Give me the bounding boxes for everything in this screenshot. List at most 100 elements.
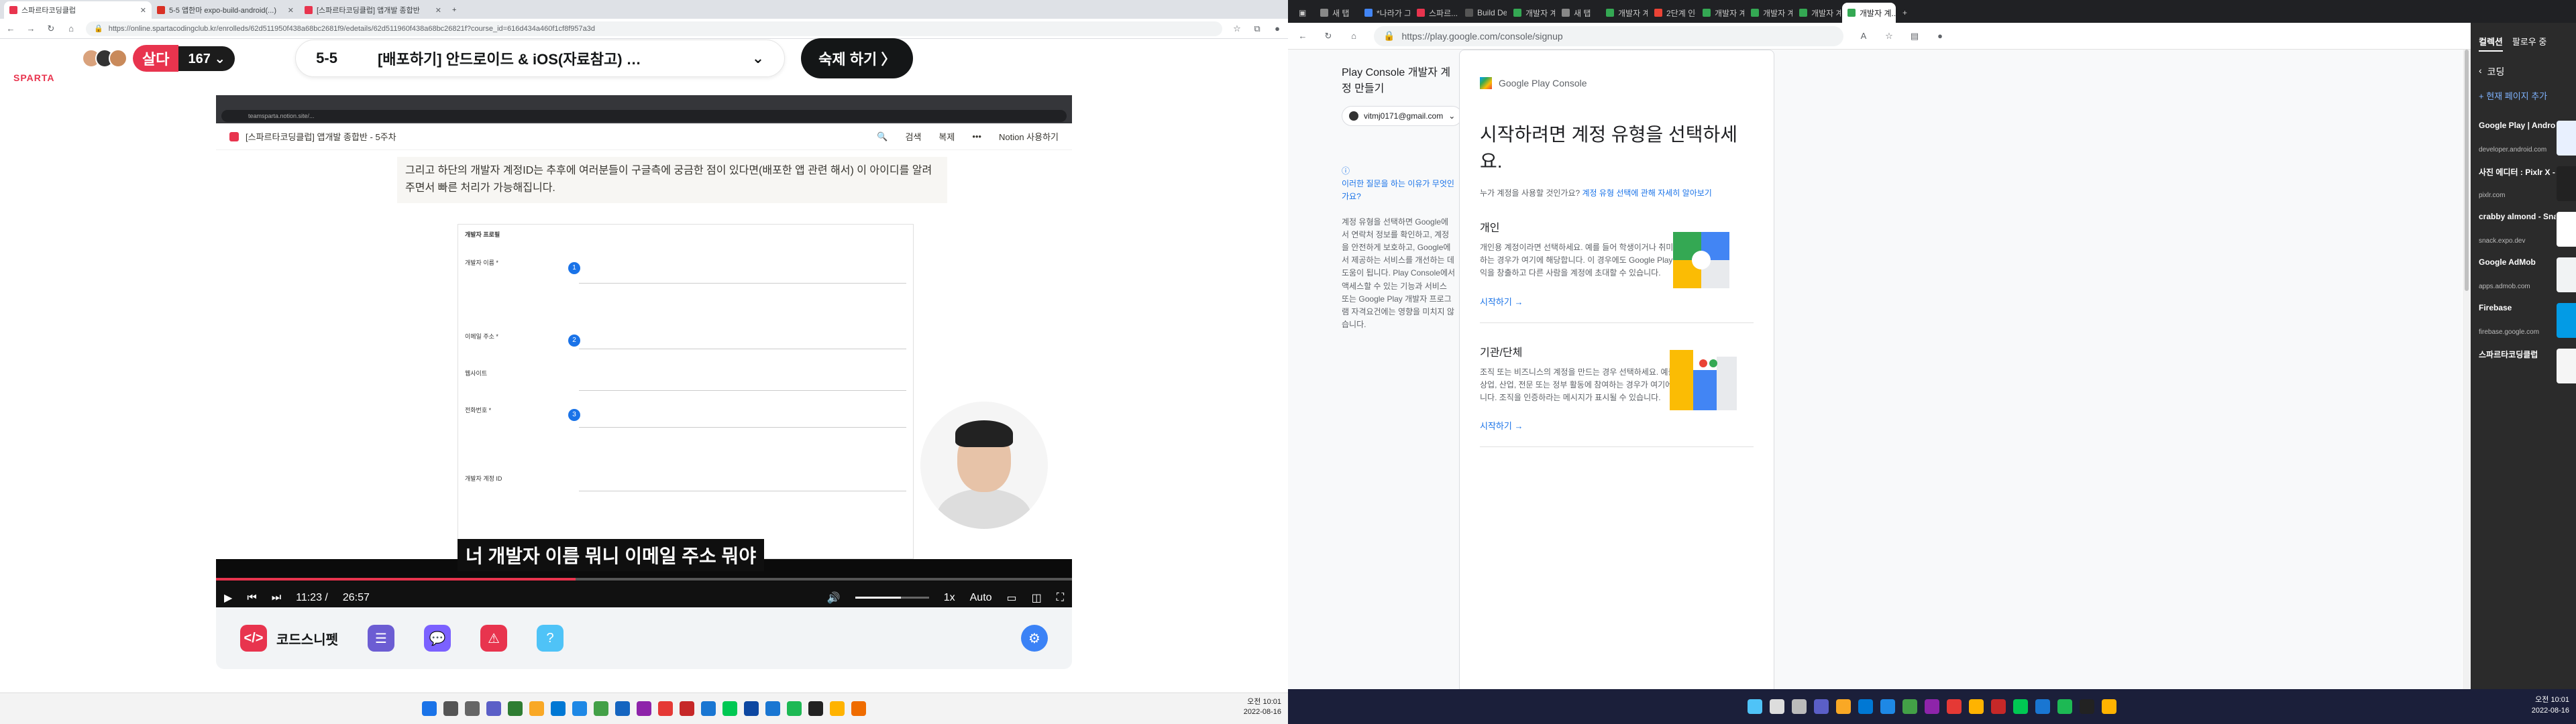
tab-actions-icon[interactable]: ▣ [1293, 3, 1313, 23]
terminal-icon[interactable] [2080, 699, 2094, 714]
app-icon[interactable] [1969, 699, 1984, 714]
quality-button[interactable]: Auto [970, 592, 992, 604]
subtitles-icon[interactable]: ▭ [1007, 591, 1017, 605]
right-tab-10[interactable]: 개발자 계... [1746, 3, 1792, 23]
edge-icon[interactable] [551, 701, 566, 716]
vscode-icon[interactable] [765, 701, 780, 716]
naver-icon[interactable] [2013, 699, 2028, 714]
chevron-left-icon[interactable]: ‹ [2479, 65, 2482, 78]
profile-icon[interactable]: ● [1935, 31, 1945, 42]
viewer-count-button[interactable]: 167 ⌄ [178, 46, 235, 71]
task-view-icon[interactable] [1792, 699, 1807, 714]
chrome-icon[interactable] [830, 701, 845, 716]
youtube-icon[interactable] [658, 701, 673, 716]
youtube-icon[interactable] [1947, 699, 1962, 714]
app-icon[interactable] [1880, 699, 1895, 714]
reload-icon[interactable]: ↻ [1323, 31, 1334, 42]
back-icon[interactable]: ← [5, 23, 16, 34]
app-icon[interactable] [572, 701, 587, 716]
back-icon[interactable]: ← [1297, 31, 1308, 42]
search-icon[interactable] [1770, 699, 1784, 714]
volume-icon[interactable]: 🔊 [827, 591, 841, 605]
app-icon[interactable] [744, 701, 759, 716]
spotify-icon[interactable] [787, 701, 802, 716]
right-clock[interactable]: 오전 10:01 2022-08-16 [2532, 695, 2569, 716]
app-icon[interactable] [1925, 699, 1939, 714]
right-tab-12[interactable]: 개발자 계... [1842, 3, 1896, 23]
app-icon[interactable] [851, 701, 866, 716]
app-icon[interactable] [701, 701, 716, 716]
right-tab-9[interactable]: 개발자 계... [1697, 3, 1744, 23]
url-field[interactable]: 🔒 https://online.spartacodingclub.kr/enr… [86, 21, 1222, 36]
reload-icon[interactable]: ↻ [46, 23, 56, 34]
play-icon[interactable]: ▶ [224, 591, 232, 605]
windows-start-icon[interactable] [422, 701, 437, 716]
add-current-page-button[interactable]: + 현재 페이지 추가 [2471, 85, 2576, 106]
video-player[interactable]: teamsparta.notion.site/... [스파르타코딩클럽] 앱개… [216, 95, 1072, 614]
app-icon[interactable] [637, 701, 651, 716]
chat-icon[interactable]: 💬 [424, 625, 451, 652]
teams-icon[interactable] [1814, 699, 1829, 714]
faq-icon[interactable]: ? [537, 625, 564, 652]
code-snippet-button[interactable]: </> 코드스니펫 [240, 625, 338, 652]
settings-icon[interactable]: ⚙ [1021, 625, 1048, 652]
new-tab-button[interactable]: + [1897, 3, 1913, 23]
left-clock[interactable]: 오전 10:01 2022-08-16 [1244, 697, 1281, 717]
pip-icon[interactable]: ◫ [1032, 591, 1042, 605]
naver-icon[interactable] [722, 701, 737, 716]
fullscreen-icon[interactable]: ⛶ [1057, 592, 1064, 604]
close-icon[interactable]: ✕ [288, 6, 294, 15]
url-field[interactable]: 🔒 https://play.google.com/console/signup [1374, 25, 1843, 46]
right-tab-4[interactable]: Build De... [1460, 3, 1507, 23]
windows-start-icon[interactable] [1748, 699, 1762, 714]
app-icon[interactable] [680, 701, 694, 716]
profile-icon[interactable]: ● [1272, 23, 1283, 34]
right-tab-11[interactable]: 개발자 계... [1794, 3, 1841, 23]
star-icon[interactable]: ☆ [1232, 23, 1242, 34]
collection-item[interactable]: 사진 에디터 : Pixlr X - 온라... pixlr.com [2471, 162, 2576, 204]
right-tab-5[interactable]: 개발자 계... [1508, 3, 1555, 23]
right-tab-6[interactable]: 새 탭 [1556, 3, 1599, 23]
home-icon[interactable]: ⌂ [66, 23, 76, 34]
scrollbar-thumb[interactable] [2465, 50, 2469, 291]
organization-start-link[interactable]: 시작하기 → [1480, 419, 1754, 432]
close-icon[interactable]: ✕ [140, 6, 146, 15]
homework-button[interactable]: 숙제 하기 〉 [801, 38, 914, 78]
right-tab-1[interactable]: 새 탭 [1315, 3, 1358, 23]
app-icon[interactable] [615, 701, 630, 716]
new-tab-button[interactable]: + [447, 1, 462, 19]
volume-slider[interactable] [855, 597, 929, 599]
why-question[interactable]: ⓘ 이러한 질문을 하는 이유가 무엇인가요? [1342, 165, 1456, 204]
learn-more-link[interactable]: 계정 유형 선택에 관해 자세히 알아보기 [1582, 188, 1712, 198]
edge-icon[interactable] [1858, 699, 1873, 714]
folder-icon[interactable] [1836, 699, 1851, 714]
chrome-icon[interactable] [2102, 699, 2116, 714]
app-icon[interactable] [1902, 699, 1917, 714]
tab-collections[interactable]: 컬렉션 [2479, 35, 2503, 52]
right-tab-3[interactable]: 스파르... [1411, 3, 1458, 23]
left-tab-1[interactable]: 스파르타코딩클럽 ✕ [4, 1, 152, 19]
extensions-icon[interactable]: ⧉ [1252, 23, 1263, 34]
sparta-logo[interactable]: SPARTA [13, 72, 54, 83]
previous-icon[interactable]: ⏮ [247, 592, 256, 604]
speed-button[interactable]: 1x [944, 592, 955, 604]
terminal-icon[interactable] [808, 701, 823, 716]
collection-item[interactable]: Google Play | Android D... developer.and… [2471, 117, 2576, 158]
folder-icon[interactable] [529, 701, 544, 716]
home-icon[interactable]: ⌂ [1348, 31, 1359, 42]
read-aloud-icon[interactable]: A [1858, 31, 1869, 42]
close-icon[interactable]: ✕ [435, 6, 441, 15]
video-progress-bar[interactable] [216, 578, 1072, 581]
page-scrollbar[interactable] [2463, 50, 2471, 689]
collection-item[interactable]: 스파르타코딩클럽 [2471, 345, 2576, 386]
account-selector[interactable]: vitmj0171@gmail.com ⌄ [1342, 106, 1463, 126]
app-icon[interactable] [508, 701, 523, 716]
favorite-icon[interactable]: ☆ [1884, 31, 1894, 42]
right-tab-7[interactable]: 개발자 계... [1601, 3, 1648, 23]
teams-icon[interactable] [486, 701, 501, 716]
vscode-icon[interactable] [2035, 699, 2050, 714]
warning-icon[interactable]: ⚠ [480, 625, 507, 652]
checklist-icon[interactable]: ☰ [368, 625, 394, 652]
right-tab-8[interactable]: 2단계 인증 [1649, 3, 1696, 23]
personal-start-link[interactable]: 시작하기 → [1480, 295, 1754, 308]
